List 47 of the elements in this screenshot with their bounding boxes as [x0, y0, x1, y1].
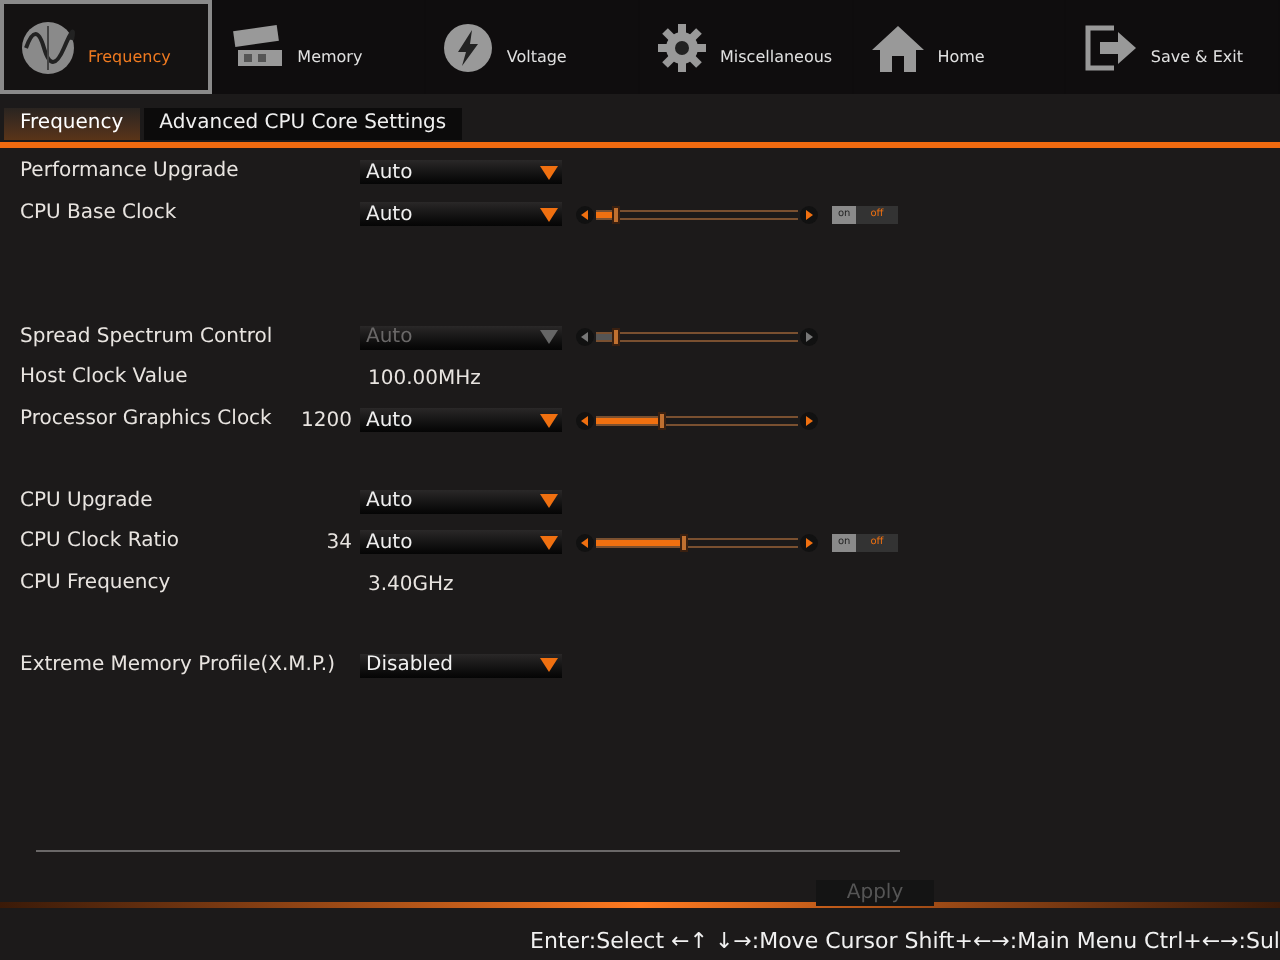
- setting-dropdown[interactable]: Auto: [360, 202, 562, 227]
- left-arrow-button[interactable]: [576, 411, 594, 430]
- home-icon: [869, 21, 926, 73]
- right-arrow-button[interactable]: [800, 328, 818, 347]
- caret-icon: [540, 330, 558, 345]
- caret-icon: [540, 207, 558, 222]
- setting-dropdown[interactable]: Auto: [360, 160, 562, 185]
- setting-label: CPU Base Clock: [20, 200, 177, 229]
- setting-label: Spread Spectrum Control: [20, 323, 273, 352]
- settings-icon: [656, 21, 709, 73]
- setting-label: Host Clock Value: [20, 364, 188, 393]
- sub-tab[interactable]: Frequency: [4, 108, 140, 140]
- setting-dropdown[interactable]: Auto: [360, 408, 562, 433]
- main-menu-tab[interactable]: Frequency: [0, 0, 212, 94]
- setting-label: Processor Graphics Clock: [20, 406, 272, 435]
- setting-label: Performance Upgrade: [20, 158, 239, 187]
- setting-label: CPU Upgrade: [20, 487, 153, 516]
- setting-label: Extreme Memory Profile(X.M.P.): [20, 651, 336, 680]
- caret-icon: [540, 413, 558, 428]
- setting-value: 3.40GHz: [368, 571, 454, 600]
- right-arrow-button[interactable]: [800, 205, 818, 224]
- right-arrow-button[interactable]: [800, 533, 818, 552]
- key-hint-text: Enter:Select ←↑ ↓→:Move Cursor Shift+←→:Main Menu Ctrl+←→:Sul: [530, 926, 1280, 958]
- left-arrow-button[interactable]: [576, 533, 594, 552]
- setting-label: CPU Frequency: [20, 570, 171, 599]
- setting-number: 1200: [301, 407, 352, 436]
- setting-dropdown[interactable]: Auto: [360, 489, 562, 514]
- lightning-icon: [442, 21, 495, 73]
- exit-icon: [1082, 23, 1139, 71]
- slider-thumb[interactable]: [658, 411, 667, 430]
- setting-label: CPU Clock Ratio: [20, 528, 180, 557]
- caret-icon: [540, 165, 558, 180]
- left-arrow-button[interactable]: [576, 328, 594, 347]
- right-arrow-button[interactable]: [800, 411, 818, 430]
- caret-icon: [540, 535, 558, 550]
- memory-module-icon: [229, 23, 286, 71]
- sub-tab[interactable]: Advanced CPU Core Settings: [143, 108, 463, 140]
- left-arrow-button[interactable]: [576, 205, 594, 224]
- setting-number: 34: [326, 529, 352, 558]
- sine-wave-icon: [20, 19, 76, 75]
- setting-dropdown[interactable]: Auto: [360, 530, 562, 555]
- caret-icon: [540, 658, 558, 673]
- setting-value: 100.00MHz: [368, 365, 481, 394]
- slider-thumb[interactable]: [680, 533, 689, 552]
- caret-icon: [540, 494, 558, 509]
- setting-dropdown[interactable]: Disabled: [360, 653, 562, 678]
- slider-thumb[interactable]: [612, 205, 621, 224]
